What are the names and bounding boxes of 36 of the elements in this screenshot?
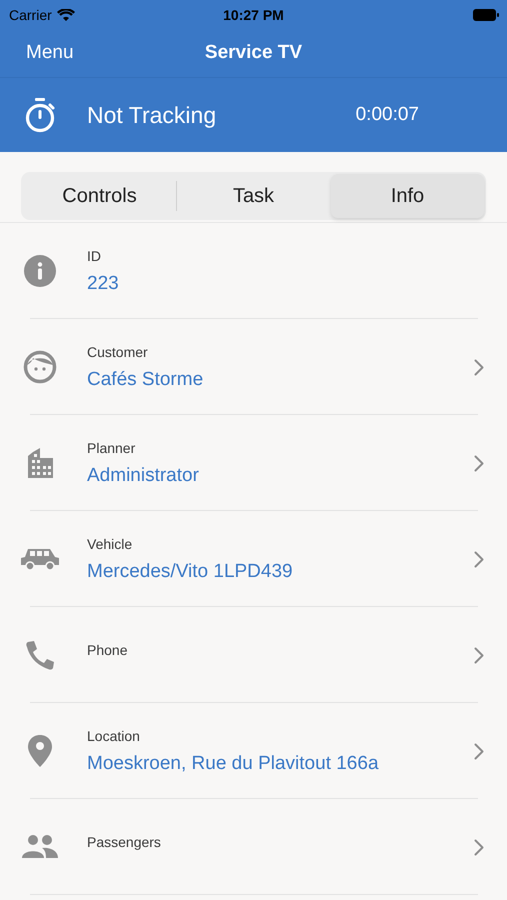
chevron-icon[interactable] (474, 742, 484, 760)
field-label: Vehicle (87, 534, 134, 552)
chevron-icon[interactable] (474, 838, 484, 856)
chevron-icon[interactable] (474, 454, 484, 472)
field-value: Administrator (87, 464, 199, 488)
field-label: Location (87, 726, 141, 744)
people-icon (21, 834, 59, 860)
wifi-icon (56, 8, 75, 22)
chevron-icon[interactable] (474, 550, 484, 568)
field-value: Cafés Storme (87, 368, 204, 392)
field-label: Phone (87, 641, 128, 659)
field-value: Moeskroen, Rue du Plavitout 166a (87, 752, 379, 776)
chevron-icon[interactable] (474, 358, 484, 376)
elapsed-time: 0:00:07 (356, 102, 419, 127)
field-label: Planner (87, 438, 136, 456)
screen-title: Service TV (204, 41, 302, 66)
field-label: Passengers (87, 833, 161, 851)
battery-icon (473, 9, 499, 21)
stopwatch-icon (24, 97, 56, 133)
chevron-icon[interactable] (474, 646, 484, 664)
carrier-label: Carrier (9, 6, 52, 24)
segment-tab[interactable]: Task (177, 174, 330, 218)
phone-icon (25, 639, 55, 671)
field-value: Mercedes/Vito 1LPD439 (87, 560, 293, 584)
face-icon (23, 350, 57, 384)
car-icon (20, 546, 60, 572)
tracking-status: Not Tracking (87, 100, 216, 130)
segment-tab[interactable]: Info (331, 174, 484, 218)
clock-time: 10:27 PM (223, 6, 284, 24)
field-label: ID (87, 246, 102, 264)
menu-button[interactable]: Menu (26, 39, 74, 68)
pin-icon (27, 734, 53, 768)
segment-tab[interactable]: Controls (23, 174, 176, 218)
field-label: Customer (87, 342, 149, 360)
field-value: 223 (87, 272, 119, 296)
info-icon (23, 254, 57, 288)
